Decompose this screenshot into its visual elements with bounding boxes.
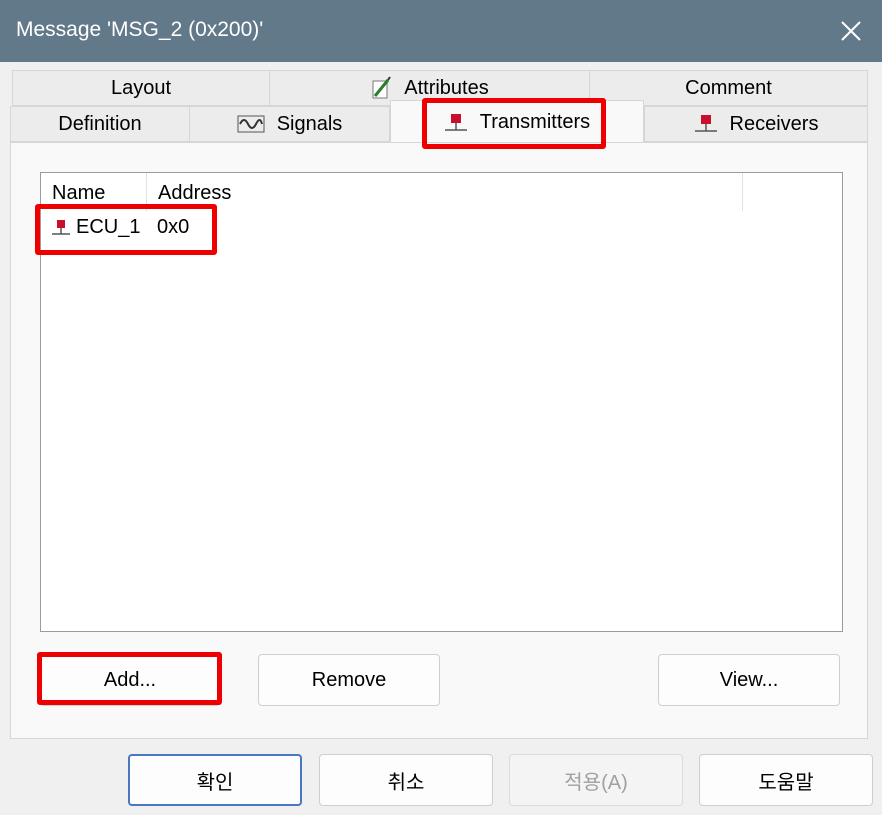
- transmitters-list[interactable]: Name Address ECU_1 0x0: [40, 172, 843, 632]
- close-button[interactable]: [820, 6, 882, 56]
- view-button[interactable]: View...: [658, 654, 840, 706]
- tab-label: Definition: [58, 112, 142, 135]
- tab-layout[interactable]: Layout: [12, 70, 270, 106]
- column-header-name[interactable]: Name: [41, 173, 147, 211]
- pencil-icon: [370, 76, 392, 100]
- tab-label: Signals: [276, 112, 343, 135]
- help-button[interactable]: 도움말: [699, 754, 873, 806]
- list-item[interactable]: ECU_1 0x0: [41, 211, 341, 245]
- tab-label: Transmitters: [479, 111, 591, 133]
- tab-label: Comment: [685, 76, 772, 99]
- remove-button[interactable]: Remove: [258, 654, 440, 706]
- node-icon: [444, 112, 468, 134]
- tab-receivers[interactable]: Receivers: [644, 106, 868, 142]
- node-icon: [694, 113, 718, 135]
- add-button[interactable]: Add...: [40, 654, 220, 706]
- apply-button: 적용(A): [509, 754, 683, 806]
- list-header: Name Address: [41, 173, 842, 211]
- title-bar: Message 'MSG_2 (0x200)': [0, 0, 882, 62]
- tab-label: Receivers: [729, 112, 819, 135]
- ok-button[interactable]: 확인: [128, 754, 302, 806]
- column-header-address[interactable]: Address: [147, 173, 743, 211]
- close-icon: [841, 21, 861, 41]
- tab-definition[interactable]: Definition: [10, 106, 190, 142]
- cancel-button[interactable]: 취소: [319, 754, 493, 806]
- signal-wave-icon: [237, 113, 265, 135]
- tab-signals[interactable]: Signals: [189, 106, 390, 142]
- tab-label: Attributes: [404, 76, 489, 99]
- tab-transmitters[interactable]: Transmitters: [390, 100, 644, 144]
- node-icon: [52, 219, 70, 235]
- tab-label: Layout: [110, 76, 172, 99]
- list-item-address: 0x0: [157, 216, 190, 238]
- window-title: Message 'MSG_2 (0x200)': [16, 18, 264, 41]
- list-item-name: ECU_1: [51, 216, 140, 239]
